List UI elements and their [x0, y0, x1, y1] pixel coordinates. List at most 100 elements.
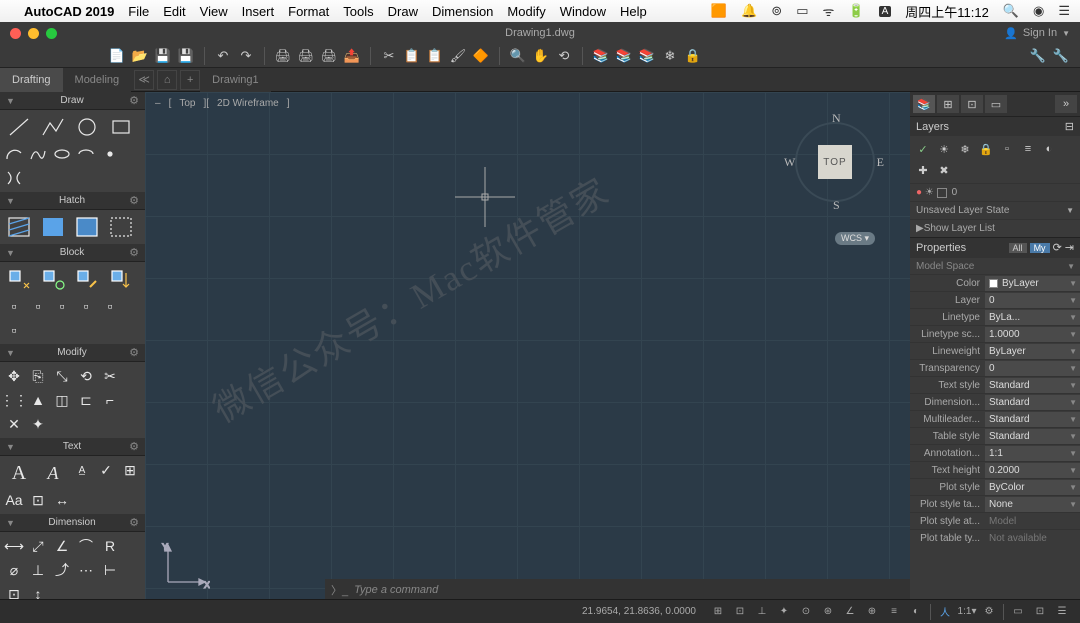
- close-button[interactable]: [10, 28, 21, 39]
- region-tool[interactable]: [105, 213, 137, 241]
- prop-row-plot-table-ty-[interactable]: Plot table ty...Not available: [910, 529, 1080, 546]
- menu-view[interactable]: View: [200, 4, 228, 19]
- rotate-tool[interactable]: ⟲: [75, 365, 97, 387]
- copy-icon[interactable]: 📋: [403, 47, 421, 65]
- sb-snap-icon[interactable]: ⊡: [730, 602, 750, 622]
- prop-row-transparency[interactable]: Transparency0▼: [910, 359, 1080, 376]
- palette-header-draw[interactable]: ▼Draw⚙: [0, 92, 145, 110]
- saveas-icon[interactable]: 💾: [177, 47, 195, 65]
- layer-lock-icon[interactable]: 🔒: [977, 140, 995, 158]
- tab-add-icon[interactable]: +: [180, 70, 200, 90]
- input-icon[interactable]: A: [879, 6, 892, 17]
- sb-monitor-icon[interactable]: ▭: [1008, 602, 1028, 622]
- gear-icon[interactable]: ⚙: [129, 516, 139, 529]
- sb-ws-icon[interactable]: ⚙: [979, 602, 999, 622]
- palette-header-hatch[interactable]: ▼Hatch⚙: [0, 192, 145, 210]
- sb-3dosnap-icon[interactable]: ⊛: [818, 602, 838, 622]
- layer-state-row[interactable]: Unsaved Layer State▼: [910, 201, 1080, 219]
- gear-icon[interactable]: ⚙: [129, 94, 139, 107]
- new-icon[interactable]: 📄: [108, 47, 126, 65]
- app-name[interactable]: AutoCAD 2019: [24, 4, 114, 19]
- helix-tool[interactable]: [3, 167, 25, 189]
- line-tool[interactable]: [3, 113, 35, 141]
- menu-window[interactable]: Window: [560, 4, 606, 19]
- text-sub6[interactable]: ↔: [51, 489, 73, 511]
- explode-tool[interactable]: ✦: [27, 413, 49, 435]
- matchprop-icon[interactable]: 🖌: [449, 47, 467, 65]
- sb-dynamic-icon[interactable]: ⊕: [862, 602, 882, 622]
- display-icon[interactable]: ▭: [796, 3, 808, 19]
- tab-scroll-left[interactable]: ≪: [134, 70, 154, 90]
- minimize-button[interactable]: [28, 28, 39, 39]
- clock[interactable]: 周四上午11:12: [905, 2, 989, 21]
- layer-color-icon[interactable]: ▫: [998, 140, 1016, 158]
- tab-home-icon[interactable]: ⌂: [157, 70, 177, 90]
- signin-button[interactable]: 👤 Sign In ▼: [1004, 27, 1070, 40]
- menu-format[interactable]: Format: [288, 4, 329, 19]
- blockeditor-icon[interactable]: 🔶: [472, 47, 490, 65]
- text-sub2[interactable]: ✓: [95, 459, 117, 481]
- gear-icon[interactable]: ⚙: [129, 346, 139, 359]
- layer-trans-icon[interactable]: ◐: [1040, 140, 1058, 158]
- sb-osnap-icon[interactable]: ⊙: [796, 602, 816, 622]
- hatch-tool[interactable]: [3, 213, 35, 241]
- sb-scale[interactable]: 1:1▾: [957, 602, 977, 622]
- mtext-tool[interactable]: A: [3, 459, 35, 487]
- ellipse-tool[interactable]: [51, 143, 73, 165]
- layer-lw-icon[interactable]: ≡: [1019, 140, 1037, 158]
- palette-header-modify[interactable]: ▼Modify⚙: [0, 344, 145, 362]
- block-attr-tool[interactable]: [105, 265, 137, 293]
- ellipsearc-tool[interactable]: [75, 143, 97, 165]
- text-sub1[interactable]: A̲: [71, 459, 93, 481]
- prop-row-annotation-[interactable]: Annotation...1:1▼: [910, 444, 1080, 461]
- tool2-icon[interactable]: 🔧: [1052, 47, 1070, 65]
- bell-icon[interactable]: 🔔: [741, 3, 757, 19]
- layer-state-icon[interactable]: ✓: [914, 140, 932, 158]
- move-tool[interactable]: ✥: [3, 365, 25, 387]
- export-icon[interactable]: 📤: [343, 47, 361, 65]
- dim-base[interactable]: ⊢: [99, 559, 121, 581]
- tool1-icon[interactable]: 🔧: [1029, 47, 1047, 65]
- show-layer-list[interactable]: ▶ Show Layer List: [910, 219, 1080, 237]
- dim-radius[interactable]: R: [99, 535, 121, 557]
- menu-insert[interactable]: Insert: [242, 4, 275, 19]
- text-sub4[interactable]: Aa: [3, 489, 25, 511]
- menu-draw[interactable]: Draw: [388, 4, 418, 19]
- spline-tool[interactable]: [27, 143, 49, 165]
- copy-tool[interactable]: ⎘: [27, 365, 49, 387]
- gear-icon[interactable]: ⚙: [129, 440, 139, 453]
- block-sub3[interactable]: ▫: [51, 295, 73, 317]
- menu-edit[interactable]: Edit: [163, 4, 185, 19]
- offset-tool[interactable]: ⊏: [75, 389, 97, 411]
- block-sub2[interactable]: ▫: [27, 295, 49, 317]
- layer-on-icon[interactable]: ☀: [935, 140, 953, 158]
- plot-icon[interactable]: 🖨: [274, 47, 292, 65]
- layer-freeze-icon[interactable]: ❄: [956, 140, 974, 158]
- sb-lw-icon[interactable]: ≡: [884, 602, 904, 622]
- sb-custom-icon[interactable]: ☰: [1052, 602, 1072, 622]
- wifi-icon[interactable]: ᯤ: [823, 2, 835, 20]
- prop-row-layer[interactable]: Layer0▼: [910, 291, 1080, 308]
- sb-clean-icon[interactable]: ⊡: [1030, 602, 1050, 622]
- props-object-select[interactable]: Model Space▼: [910, 257, 1080, 274]
- layerlck-icon[interactable]: 🔒: [684, 47, 702, 65]
- menu-help[interactable]: Help: [620, 4, 647, 19]
- prop-row-multileader-[interactable]: Multileader...Standard▼: [910, 410, 1080, 427]
- dim-jog[interactable]: ⤴: [51, 559, 73, 581]
- cut-icon[interactable]: ✂: [380, 47, 398, 65]
- palette-header-dimension[interactable]: ▼Dimension⚙: [0, 514, 145, 532]
- command-line[interactable]: 〉_ Type a command: [325, 579, 910, 601]
- gear-icon[interactable]: ⚙: [129, 246, 139, 259]
- viewcube[interactable]: TOP N S E W: [790, 117, 880, 207]
- gear-icon[interactable]: ⚙: [129, 194, 139, 207]
- panel-tab-layers-icon[interactable]: 📚: [913, 95, 935, 113]
- panel-tab-other-icon[interactable]: ▭: [985, 95, 1007, 113]
- props-pin-icon[interactable]: ⇥: [1065, 241, 1074, 254]
- notification-icon[interactable]: ☰: [1058, 3, 1070, 19]
- panel-menu-icon[interactable]: »: [1055, 95, 1077, 113]
- dim-ord[interactable]: ⊥: [27, 559, 49, 581]
- drawing-canvas[interactable]: –[Top][2D Wireframe] 微信公众号：Mac软件管家 TOP N…: [145, 92, 910, 623]
- block-sub6[interactable]: ▫: [3, 319, 25, 341]
- block-sub1[interactable]: ▫: [3, 295, 25, 317]
- battery-icon[interactable]: 🔋: [848, 3, 864, 19]
